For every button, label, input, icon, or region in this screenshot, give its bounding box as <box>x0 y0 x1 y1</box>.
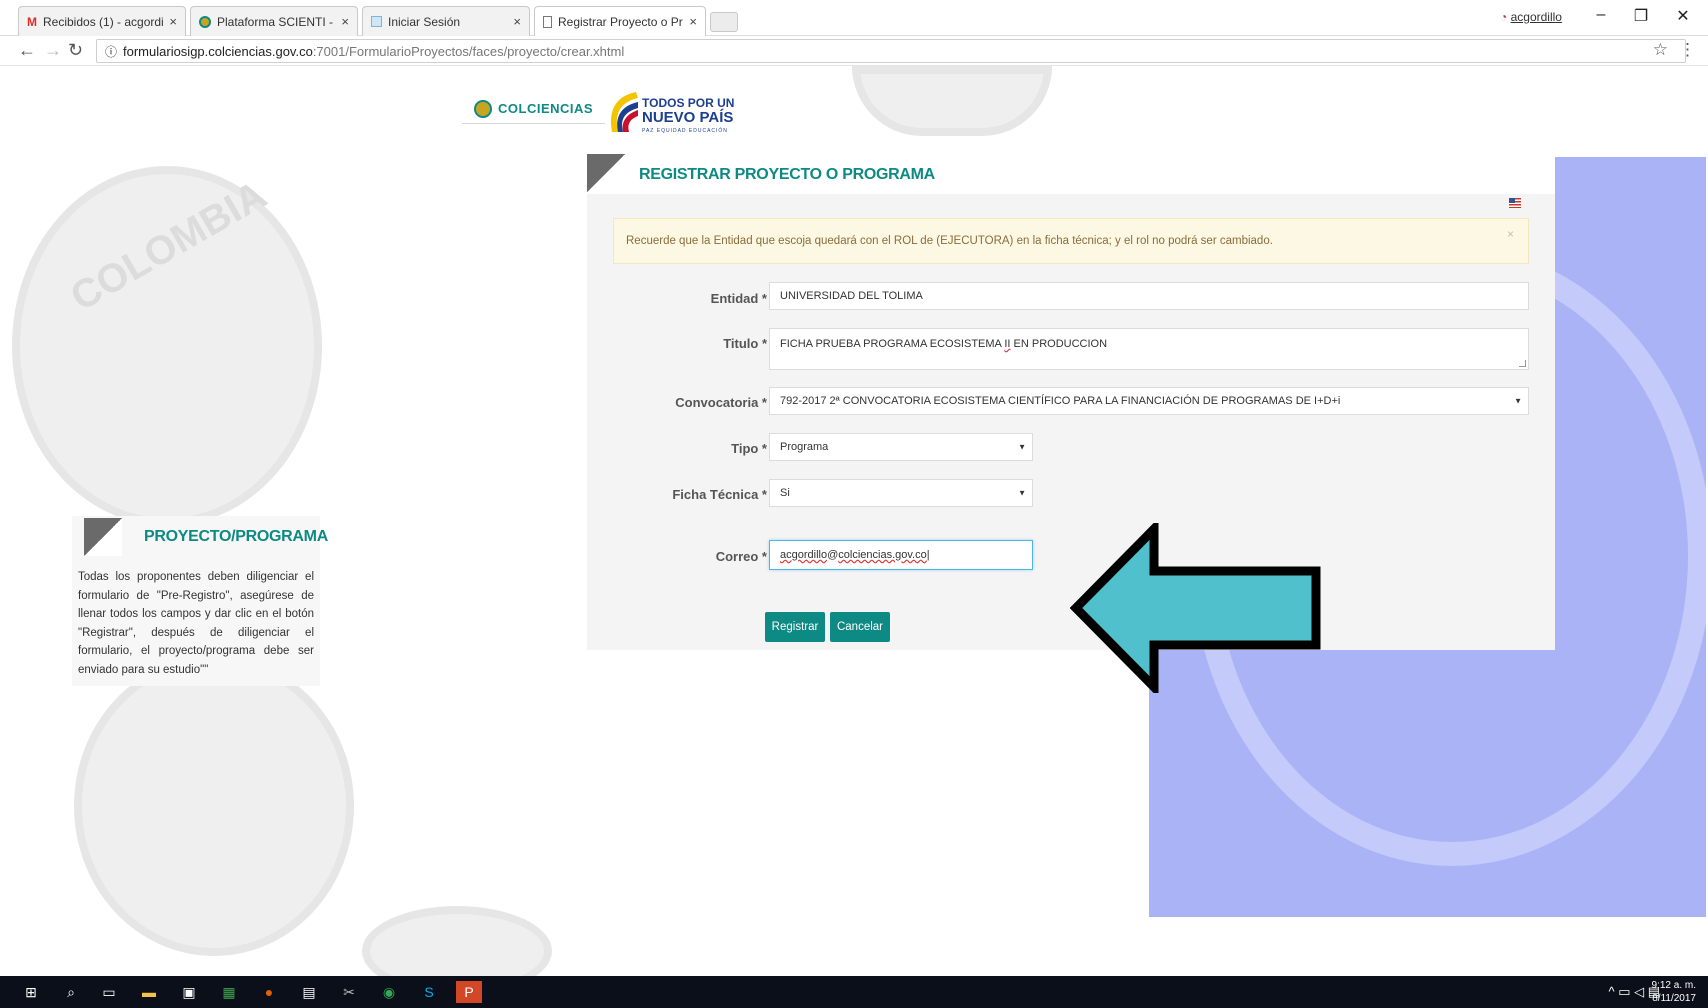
powerpoint-icon[interactable]: P <box>456 981 482 1003</box>
close-icon[interactable]: × <box>341 14 349 29</box>
logo-line-1: TODOS POR UN <box>642 96 735 110</box>
ficha-tecnica-select[interactable]: Si <box>769 479 1033 507</box>
profile-name: acgordillo <box>1510 10 1562 24</box>
background-coin-image: COLOMBIA <box>12 166 322 526</box>
background-coin-image <box>362 906 552 976</box>
titulo-textarea[interactable]: FICHA PRUEBA PROGRAMA ECOSISTEMA II EN P… <box>769 328 1529 370</box>
titulo-value: FICHA PRUEBA PROGRAMA ECOSISTEMA II EN P… <box>780 338 1108 350</box>
info-card-title: PROYECTO/PROGRAMA <box>144 528 328 545</box>
alert-text: Recuerde que la Entidad que escoja queda… <box>626 235 1273 247</box>
tricolor-swoosh-icon <box>611 92 638 132</box>
tab-label: Plataforma SCIENTI - Col <box>217 14 335 29</box>
back-arrow-icon[interactable]: ← <box>18 40 36 61</box>
browser-tab-strip: M Recibidos (1) - acgordillo × Plataform… <box>0 0 1708 36</box>
resize-handle-icon[interactable] <box>1519 360 1526 367</box>
colciencias-logo-text: COLCIENCIAS <box>498 101 594 116</box>
windows-start-icon[interactable]: ⊞ <box>20 981 42 1003</box>
convocatoria-value: 792-2017 2ª CONVOCATORIA ECOSISTEMA CIEN… <box>780 395 1341 407</box>
tab-label: Iniciar Sesión <box>388 14 461 29</box>
skype-icon[interactable]: S <box>418 981 440 1003</box>
correo-input[interactable]: acgordillo@colciencias.gov.co| <box>769 540 1033 570</box>
menu-kebab-icon[interactable]: ⋮ <box>1679 40 1696 60</box>
logo-line-3: PAZ EQUIDAD EDUCACIÓN <box>642 128 728 134</box>
annotation-arrow-icon <box>1070 523 1321 693</box>
tipo-select[interactable]: Programa <box>769 433 1033 461</box>
entidad-input[interactable]: UNIVERSIDAD DEL TOLIMA <box>769 282 1529 310</box>
profile-icon: ◔ <box>1500 10 1508 24</box>
address-bar: ← → ↻ ⓘ formulariosigp.colciencias.gov.c… <box>0 36 1708 66</box>
close-icon[interactable]: × <box>169 14 177 29</box>
colciencias-icon <box>199 15 211 28</box>
excel-icon[interactable]: ▦ <box>218 981 240 1003</box>
background-coin-image <box>852 66 1052 136</box>
snipping-tool-icon[interactable]: ✂ <box>338 981 360 1003</box>
clock-date: 8/11/2017 <box>1652 993 1696 1004</box>
colciencias-logo: COLCIENCIAS <box>462 98 606 124</box>
tab-iniciar-sesion[interactable]: Iniciar Sesión × <box>362 6 530 36</box>
page-title: REGISTRAR PROYECTO O PROGRAMA <box>639 166 935 183</box>
close-window-icon[interactable]: ✕ <box>1668 6 1698 26</box>
english-flag-icon[interactable] <box>1509 198 1521 208</box>
tab-label: Registrar Proyecto o Pro <box>558 14 684 29</box>
warning-alert: Recuerde que la Entidad que escoja queda… <box>613 218 1529 264</box>
clock-time: 9:12 a. m. <box>1651 980 1696 991</box>
close-icon[interactable]: × <box>689 14 697 29</box>
cancelar-button[interactable]: Cancelar <box>830 612 890 642</box>
url-input[interactable]: ⓘ formulariosigp.colciencias.gov.co:7001… <box>96 39 1686 63</box>
alert-close-icon[interactable]: × <box>1507 227 1514 241</box>
info-card: PROYECTO/PROGRAMA Todas los proponentes … <box>72 516 328 686</box>
ficha-tecnica-label: Ficha Técnica * <box>672 487 767 502</box>
tab-registrar-proyecto[interactable]: Registrar Proyecto o Pro × <box>534 6 706 36</box>
panel-header: REGISTRAR PROYECTO O PROGRAMA <box>587 152 1555 194</box>
corner-fold-icon <box>84 518 122 556</box>
ficha-tecnica-value: Si <box>780 487 790 499</box>
search-icon[interactable]: ⌕ <box>60 981 82 1003</box>
convocatoria-select[interactable]: 792-2017 2ª CONVOCATORIA ECOSISTEMA CIEN… <box>769 387 1529 415</box>
background-coin-image <box>74 656 354 956</box>
tipo-value: Programa <box>780 441 829 453</box>
tab-gmail[interactable]: M Recibidos (1) - acgordillo × <box>18 6 186 36</box>
logo-line-2: NUEVO PAÍS <box>642 109 734 126</box>
windows-taskbar: ⊞ ⌕ ▭ ▬ ▣ ▦ ● ▤ ✂ ◉ S P ^ ▭ ◁ ▤ 9:12 a. … <box>0 976 1708 1008</box>
page-icon <box>371 16 382 27</box>
calculator-icon[interactable]: ▤ <box>298 981 320 1003</box>
reload-icon[interactable]: ↻ <box>68 40 83 61</box>
tipo-label: Tipo * <box>731 441 767 456</box>
page-content: COLOMBIA COLCIENCIAS TODOS POR UN NUEVO … <box>12 66 1706 976</box>
correo-label: Correo * <box>715 549 767 564</box>
entidad-label: Entidad * <box>710 291 767 306</box>
close-icon[interactable]: × <box>513 14 521 29</box>
info-card-body: Todas los proponentes deben diligenciar … <box>78 571 314 676</box>
todos-por-un-nuevo-pais-logo: TODOS POR UN NUEVO PAÍS PAZ EQUIDAD EDUC… <box>606 80 736 142</box>
forward-arrow-icon[interactable]: → <box>44 40 62 61</box>
tab-label: Recibidos (1) - acgordillo <box>43 14 164 29</box>
info-icon[interactable]: ⓘ <box>105 43 117 60</box>
tab-scienti[interactable]: Plataforma SCIENTI - Col × <box>190 6 358 36</box>
colciencias-seal-icon <box>474 99 492 118</box>
document-icon <box>543 15 552 28</box>
bookmark-star-icon[interactable]: ☆ <box>1653 40 1668 60</box>
task-view-icon[interactable]: ▭ <box>98 981 120 1003</box>
correo-value: acgordillo@colciencias.gov.co| <box>780 549 930 561</box>
entidad-value: UNIVERSIDAD DEL TOLIMA <box>780 290 923 302</box>
new-tab-button[interactable] <box>710 12 738 32</box>
corner-fold-icon <box>587 154 625 192</box>
minimize-icon[interactable]: – <box>1586 6 1616 24</box>
taskbar-clock[interactable]: 9:12 a. m. 8/11/2017 <box>1652 979 1696 1005</box>
restore-icon[interactable]: ❐ <box>1626 6 1656 26</box>
store-icon[interactable]: ▣ <box>178 981 200 1003</box>
profile-button[interactable]: ◔ acgordillo <box>1500 10 1562 24</box>
url-path: :7001/FormularioProyectos/faces/proyecto… <box>312 43 625 59</box>
titulo-label: Titulo * <box>723 336 767 351</box>
gmail-icon: M <box>27 14 37 29</box>
registrar-button[interactable]: Registrar <box>765 612 825 642</box>
firefox-icon[interactable]: ● <box>258 981 280 1003</box>
convocatoria-label: Convocatoria * <box>675 395 767 410</box>
chrome-icon[interactable]: ◉ <box>378 981 400 1003</box>
url-host: formulariosigp.colciencias.gov.co <box>123 43 313 59</box>
file-explorer-icon[interactable]: ▬ <box>138 981 160 1003</box>
background-coin-text: COLOMBIA <box>63 172 274 320</box>
